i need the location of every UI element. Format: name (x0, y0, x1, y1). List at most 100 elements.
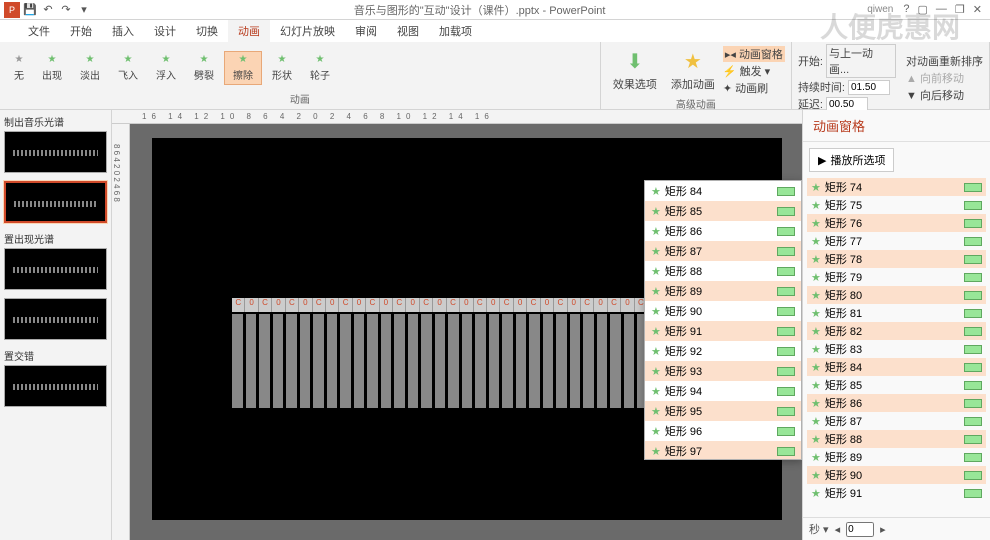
anim-list-item[interactable]: ★矩形 82 (807, 322, 986, 340)
play-selection-button[interactable]: ▶播放所选项 (809, 148, 894, 172)
start-value[interactable]: 与上一动画... (826, 44, 896, 78)
tab-加载项[interactable]: 加载项 (429, 20, 482, 42)
anim-出现[interactable]: ★出现 (34, 52, 70, 84)
popup-item[interactable]: ★矩形 95 (645, 401, 801, 421)
timing-bar (964, 255, 982, 264)
star-icon: ★ (811, 343, 821, 356)
thumbnail-2[interactable]: 置出现光谱 (4, 231, 107, 290)
popup-item[interactable]: ★矩形 94 (645, 381, 801, 401)
anim-list-item[interactable]: ★矩形 74 (807, 178, 986, 196)
popup-item[interactable]: ★矩形 86 (645, 221, 801, 241)
popup-item[interactable]: ★矩形 96 (645, 421, 801, 441)
timeline-next-icon[interactable]: ▸ (880, 523, 886, 536)
anim-list-item[interactable]: ★矩形 86 (807, 394, 986, 412)
animation-popup-list: ★矩形 84★矩形 85★矩形 86★矩形 87★矩形 88★矩形 89★矩形 … (644, 180, 802, 460)
star-icon: ★ (811, 397, 821, 410)
tab-插入[interactable]: 插入 (102, 20, 144, 42)
anim-list-item[interactable]: ★矩形 78 (807, 250, 986, 268)
timing-bar (777, 247, 795, 256)
tab-动画[interactable]: 动画 (228, 20, 270, 42)
maximize-icon[interactable]: ❐ (955, 3, 965, 16)
timing-bar (964, 471, 982, 480)
tab-文件[interactable]: 文件 (18, 20, 60, 42)
ppt-icon[interactable]: P (4, 2, 20, 18)
anim-无[interactable]: ★无 (6, 52, 32, 84)
animation-painter-button[interactable]: ✦ 动画刷 (723, 80, 785, 96)
tab-设计[interactable]: 设计 (144, 20, 186, 42)
star-icon: ★ (162, 54, 171, 65)
tab-切换[interactable]: 切换 (186, 20, 228, 42)
anim-list-item[interactable]: ★矩形 89 (807, 448, 986, 466)
anim-list-item[interactable]: ★矩形 81 (807, 304, 986, 322)
save-icon[interactable]: 💾 (22, 2, 38, 18)
star-icon: ★ (651, 225, 661, 238)
undo-icon[interactable]: ↶ (40, 2, 56, 18)
timing-bar (964, 417, 982, 426)
timeline-prev-icon[interactable]: ◂ (835, 523, 841, 536)
thumbnail-0[interactable]: 制出音乐光谱 (4, 114, 107, 173)
tab-开始[interactable]: 开始 (60, 20, 102, 42)
popup-item[interactable]: ★矩形 91 (645, 321, 801, 341)
anim-飞入[interactable]: ★飞入 (110, 52, 146, 84)
anim-list-item[interactable]: ★矩形 76 (807, 214, 986, 232)
anim-list-item[interactable]: ★矩形 75 (807, 196, 986, 214)
anim-list-item[interactable]: ★矩形 84 (807, 358, 986, 376)
anim-劈裂[interactable]: ★劈裂 (186, 52, 222, 84)
anim-擦除[interactable]: ★擦除 (224, 51, 262, 85)
timing-bar (777, 267, 795, 276)
animation-pane-footer: 秒 ▾ ◂ ▸ (803, 517, 990, 540)
move-later-button[interactable]: ▼ 向后移动 (906, 87, 983, 103)
star-icon: ★ (811, 325, 821, 338)
minimize-icon[interactable]: — (936, 3, 947, 16)
popup-item[interactable]: ★矩形 92 (645, 341, 801, 361)
effect-options-button[interactable]: ⬇效果选项 (607, 47, 663, 94)
anim-list-item[interactable]: ★矩形 80 (807, 286, 986, 304)
tab-审阅[interactable]: 审阅 (345, 20, 387, 42)
popup-item[interactable]: ★矩形 93 (645, 361, 801, 381)
qat-more-icon[interactable]: ▾ (76, 2, 92, 18)
star-icon: ★ (15, 54, 24, 65)
timeline-pos-input[interactable] (846, 522, 874, 537)
thumbnail-1[interactable] (4, 181, 107, 223)
thumbnail-3[interactable] (4, 298, 107, 340)
tab-幻灯片放映[interactable]: 幻灯片放映 (270, 20, 345, 42)
anim-list-item[interactable]: ★矩形 87 (807, 412, 986, 430)
anim-list-item[interactable]: ★矩形 90 (807, 466, 986, 484)
anim-轮子[interactable]: ★轮子 (302, 52, 338, 84)
star-icon: ★ (651, 265, 661, 278)
thumbnail-4[interactable]: 置交错 (4, 348, 107, 407)
anim-list-item[interactable]: ★矩形 91 (807, 484, 986, 502)
popup-item[interactable]: ★矩形 89 (645, 281, 801, 301)
popup-item[interactable]: ★矩形 84 (645, 181, 801, 201)
popup-item[interactable]: ★矩形 97 (645, 441, 801, 460)
timing-bar (777, 307, 795, 316)
close-icon[interactable]: ✕ (973, 3, 982, 16)
popup-item[interactable]: ★矩形 90 (645, 301, 801, 321)
anim-浮入[interactable]: ★浮入 (148, 52, 184, 84)
effect-opts-icon: ⬇ (626, 49, 643, 74)
anim-list-item[interactable]: ★矩形 85 (807, 376, 986, 394)
anim-list-item[interactable]: ★矩形 88 (807, 430, 986, 448)
anim-list-item[interactable]: ★矩形 79 (807, 268, 986, 286)
popup-item[interactable]: ★矩形 87 (645, 241, 801, 261)
popup-item[interactable]: ★矩形 85 (645, 201, 801, 221)
vertical-ruler: 8 6 4 2 0 2 4 6 8 (112, 124, 130, 540)
duration-input[interactable] (848, 80, 890, 95)
ribbon-opts-icon[interactable]: ▢ (918, 3, 928, 16)
move-earlier-button[interactable]: ▲ 向前移动 (906, 70, 983, 86)
redo-icon[interactable]: ↷ (58, 2, 74, 18)
tab-视图[interactable]: 视图 (387, 20, 429, 42)
star-icon: ★ (811, 361, 821, 374)
help-icon[interactable]: ? (903, 3, 909, 16)
seconds-dropdown[interactable]: 秒 ▾ (809, 521, 829, 537)
anim-形状[interactable]: ★形状 (264, 52, 300, 84)
anim-list-item[interactable]: ★矩形 77 (807, 232, 986, 250)
popup-item[interactable]: ★矩形 88 (645, 261, 801, 281)
trigger-button[interactable]: ⚡ 触发 ▾ (723, 63, 785, 79)
anim-淡出[interactable]: ★淡出 (72, 52, 108, 84)
star-icon: ★ (811, 235, 821, 248)
add-animation-button[interactable]: ★添加动画 (665, 47, 721, 94)
anim-list-item[interactable]: ★矩形 83 (807, 340, 986, 358)
star-icon: ★ (651, 405, 661, 418)
animation-pane-toggle[interactable]: ▸◂ 动画窗格 (723, 46, 785, 62)
